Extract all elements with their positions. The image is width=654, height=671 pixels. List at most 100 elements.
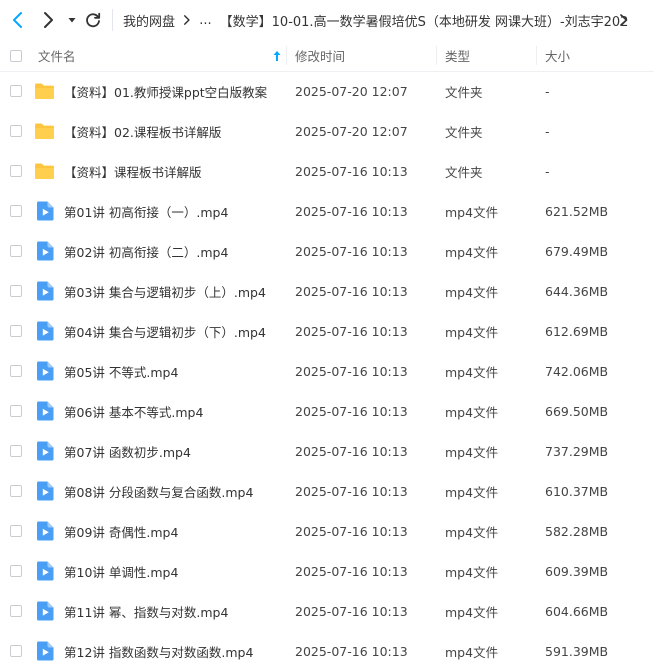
row-checkbox[interactable] [10, 445, 22, 457]
file-modified: 2025-07-16 10:13 [295, 563, 408, 579]
video-file-icon [37, 561, 54, 581]
row-checkbox[interactable] [10, 125, 22, 137]
refresh-button[interactable] [84, 11, 102, 29]
file-row[interactable]: 第07讲 函数初步.mp4 2025-07-16 10:13 mp4文件 737.29… [0, 431, 654, 471]
video-file-icon [37, 361, 54, 381]
file-size: 679.49MB [545, 243, 609, 259]
select-all-checkbox[interactable] [10, 49, 22, 62]
file-row[interactable]: 第06讲 基本不等式.mp4 2025-07-16 10:13 mp4文件 669.5… [0, 391, 654, 431]
file-icon-cell [34, 591, 54, 631]
column-header-size[interactable]: 大小 [545, 40, 570, 71]
back-button[interactable] [8, 10, 28, 30]
file-row[interactable]: 第08讲 分段函数与复合函数.mp4 2025-07-16 10:13 mp4文件 6… [0, 471, 654, 511]
file-name[interactable]: 第09讲 奇偶性.mp4 [64, 511, 178, 551]
file-name[interactable]: 第10讲 单调性.mp4 [64, 551, 178, 591]
file-modified: 2025-07-16 10:13 [295, 643, 408, 659]
file-name[interactable]: 【资料】02.课程板书详解版 [64, 111, 221, 151]
column-divider[interactable] [436, 46, 437, 65]
file-name[interactable]: 第08讲 分段函数与复合函数.mp4 [64, 471, 253, 511]
file-row[interactable]: 第05讲 不等式.mp4 2025-07-16 10:13 mp4文件 742.06M… [0, 351, 654, 391]
file-type: mp4文件 [445, 364, 499, 380]
file-modified: 2025-07-16 10:13 [295, 483, 408, 499]
nav-divider [112, 9, 113, 31]
row-checkbox-cell [10, 391, 22, 431]
breadcrumb: 我的网盘 ... 【数学】10-01.高一数学暑假培优S（本地研发 网课大班）-… [123, 0, 628, 40]
row-checkbox-cell [10, 431, 22, 471]
breadcrumb-root[interactable]: 我的网盘 [123, 11, 175, 30]
file-name[interactable]: 第02讲 初高衔接（二）.mp4 [64, 231, 228, 271]
row-checkbox[interactable] [10, 605, 22, 617]
row-checkbox-cell [10, 271, 22, 311]
file-icon-cell [34, 111, 55, 151]
file-size: 621.52MB [545, 203, 609, 219]
row-checkbox[interactable] [10, 565, 22, 577]
file-row[interactable]: 【资料】01.教师授课ppt空白版教案 2025-07-20 12:07 文件夹 - [0, 71, 654, 111]
chevron-right-icon [44, 12, 53, 28]
row-checkbox-cell [10, 631, 22, 671]
file-name[interactable]: 第01讲 初高衔接（一）.mp4 [64, 191, 228, 231]
breadcrumb-current: 【数学】10-01.高一数学暑假培优S（本地研发 网课大班）-刘志宇2025.0… [219, 14, 628, 30]
file-row[interactable]: 【资料】课程板书详解版 2025-07-16 10:13 文件夹 - [0, 151, 654, 191]
row-checkbox[interactable] [10, 165, 22, 177]
file-name[interactable]: 第03讲 集合与逻辑初步（上）.mp4 [64, 271, 266, 311]
column-header-type[interactable]: 类型 [445, 40, 470, 71]
file-row[interactable]: 第01讲 初高衔接（一）.mp4 2025-07-16 10:13 mp4文件 621… [0, 191, 654, 231]
file-name[interactable]: 第06讲 基本不等式.mp4 [64, 391, 203, 431]
file-row[interactable]: 第04讲 集合与逻辑初步（下）.mp4 2025-07-16 10:13 mp4文件… [0, 311, 654, 351]
file-row[interactable]: 第10讲 单调性.mp4 2025-07-16 10:13 mp4文件 609.39M… [0, 551, 654, 591]
file-size: 742.06MB [545, 363, 609, 379]
forward-button[interactable] [38, 10, 58, 30]
file-row[interactable]: 【资料】02.课程板书详解版 2025-07-20 12:07 文件夹 - [0, 111, 654, 151]
row-checkbox[interactable] [10, 285, 22, 297]
file-size: 669.50MB [545, 403, 609, 419]
refresh-icon [86, 12, 101, 28]
file-size: - [545, 83, 550, 99]
file-name[interactable]: 第12讲 指数函数与对数函数.mp4 [64, 631, 253, 671]
file-icon-cell [34, 391, 54, 431]
file-row[interactable]: 第09讲 奇偶性.mp4 2025-07-16 10:13 mp4文件 582.28M… [0, 511, 654, 551]
select-all-checkbox-cell [10, 40, 22, 71]
file-name[interactable]: 第11讲 幂、指数与对数.mp4 [64, 591, 228, 631]
file-modified: 2025-07-20 12:07 [295, 123, 408, 139]
row-checkbox[interactable] [10, 405, 22, 417]
file-type: mp4文件 [445, 284, 499, 300]
column-divider[interactable] [286, 46, 287, 65]
video-file-icon [37, 281, 54, 301]
file-name[interactable]: 第04讲 集合与逻辑初步（下）.mp4 [64, 311, 266, 351]
file-list: 【资料】01.教师授课ppt空白版教案 2025-07-20 12:07 文件夹 - 【… [0, 71, 654, 671]
breadcrumb-ellipsis[interactable]: ... [199, 13, 211, 28]
history-dropdown-button[interactable] [64, 12, 80, 28]
file-type: mp4文件 [445, 564, 499, 580]
file-modified: 2025-07-16 10:13 [295, 243, 408, 259]
file-modified: 2025-07-16 10:13 [295, 363, 408, 379]
file-row[interactable]: 第03讲 集合与逻辑初步（上）.mp4 2025-07-16 10:13 mp4文件… [0, 271, 654, 311]
row-checkbox-cell [10, 351, 22, 391]
row-checkbox[interactable] [10, 85, 22, 97]
row-checkbox[interactable] [10, 205, 22, 217]
row-checkbox[interactable] [10, 245, 22, 257]
row-checkbox[interactable] [10, 485, 22, 497]
row-checkbox-cell [10, 591, 22, 631]
breadcrumb-arrow-icon [184, 15, 190, 25]
breadcrumb-more-button[interactable] [617, 12, 631, 28]
file-row[interactable]: 第11讲 幂、指数与对数.mp4 2025-07-16 10:13 mp4文件 604… [0, 591, 654, 631]
file-name[interactable]: 第07讲 函数初步.mp4 [64, 431, 191, 471]
column-header-name[interactable]: 文件名 [38, 40, 76, 71]
column-divider[interactable] [536, 46, 537, 65]
row-checkbox[interactable] [10, 525, 22, 537]
navigation-bar: 我的网盘 ... 【数学】10-01.高一数学暑假培优S（本地研发 网课大班）-… [0, 0, 654, 40]
file-row[interactable]: 第02讲 初高衔接（二）.mp4 2025-07-16 10:13 mp4文件 679… [0, 231, 654, 271]
row-checkbox[interactable] [10, 365, 22, 377]
sort-ascending-button[interactable] [272, 40, 282, 71]
file-icon-cell [34, 351, 54, 391]
row-checkbox-cell [10, 71, 22, 111]
row-checkbox[interactable] [10, 325, 22, 337]
row-checkbox-cell [10, 151, 22, 191]
row-checkbox[interactable] [10, 645, 22, 657]
file-row[interactable]: 第12讲 指数函数与对数函数.mp4 2025-07-16 10:13 mp4文件 5… [0, 631, 654, 671]
file-name[interactable]: 【资料】课程板书详解版 [64, 151, 202, 191]
file-name[interactable]: 【资料】01.教师授课ppt空白版教案 [64, 71, 267, 111]
file-name[interactable]: 第05讲 不等式.mp4 [64, 351, 178, 391]
column-header-modified[interactable]: 修改时间 [295, 40, 345, 71]
file-modified: 2025-07-16 10:13 [295, 203, 408, 219]
